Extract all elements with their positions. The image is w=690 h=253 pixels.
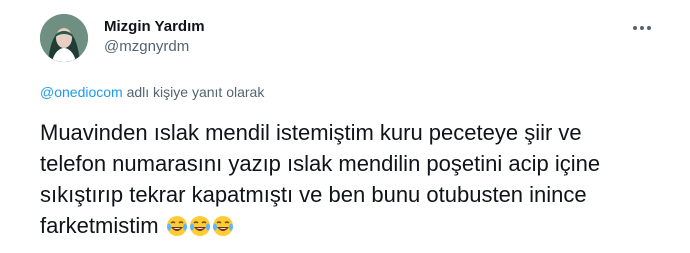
tweet-card: Mizgin Yardım @mzgnyrdm @onediocom adlı … xyxy=(0,0,690,253)
tweet-line: telefon numarasını yazıp ıslak mendilin … xyxy=(40,151,601,176)
tweet-text: Muavinden ıslak mendil istemiştim kuru p… xyxy=(40,117,660,241)
author-handle[interactable]: @mzgnyrdm xyxy=(104,38,189,55)
more-options-icon[interactable] xyxy=(630,16,654,40)
tears-of-joy-emoji-icon xyxy=(212,215,234,237)
author-display-name[interactable]: Mizgin Yardım xyxy=(104,18,205,35)
dot xyxy=(633,26,637,30)
tweet-line: farketmistim xyxy=(40,213,159,238)
tweet-line: sıkıştırıp tekrar kapatmıştı ve ben bunu… xyxy=(40,182,587,207)
tweet-line: Muavinden ıslak mendil istemiştim kuru p… xyxy=(40,120,582,145)
dot xyxy=(647,26,651,30)
tears-of-joy-emoji-icon xyxy=(189,215,211,237)
avatar[interactable] xyxy=(40,14,88,62)
reply-context: @onediocom adlı kişiye yanıt olarak xyxy=(40,84,264,100)
dot xyxy=(640,26,644,30)
reply-suffix: adlı kişiye yanıt olarak xyxy=(122,84,265,100)
tears-of-joy-emoji-icon xyxy=(166,215,188,237)
reply-mention-link[interactable]: @onediocom xyxy=(40,84,123,100)
tweet-line-last: farketmistim xyxy=(40,210,660,241)
